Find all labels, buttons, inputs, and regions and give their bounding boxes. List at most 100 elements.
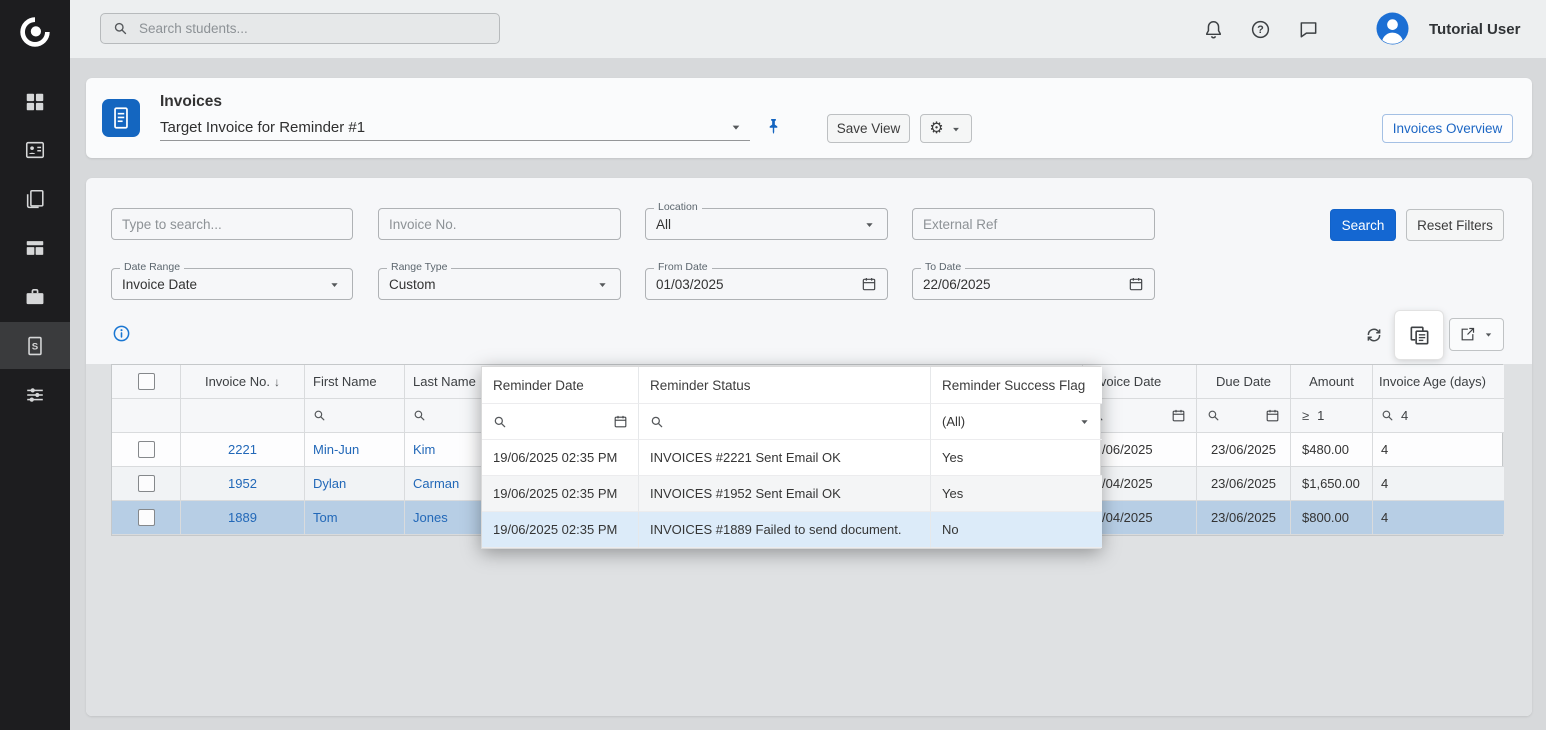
external-ref-input[interactable] [912, 208, 1155, 240]
pin-view-button[interactable] [764, 117, 783, 136]
filter-search-icon[interactable] [493, 415, 507, 429]
invoice-link[interactable]: 1952 [228, 476, 257, 491]
invoices-overview-button[interactable]: Invoices Overview [1382, 114, 1513, 143]
column-header-amount[interactable]: Amount [1291, 365, 1373, 399]
column-header-due-date[interactable]: Due Date [1197, 365, 1291, 399]
first-name-header-label: First Name [313, 374, 377, 389]
refresh-grid-button[interactable] [1357, 318, 1391, 352]
reset-filters-button[interactable]: Reset Filters [1406, 209, 1504, 241]
column-header-reminder-status[interactable]: Reminder Status [639, 367, 931, 404]
row-checkbox[interactable] [138, 509, 155, 526]
pin-icon [764, 117, 783, 136]
avatar[interactable] [1376, 12, 1409, 50]
sidebar-item-settings[interactable] [0, 371, 70, 418]
column-header-invoice-no[interactable]: Invoice No.↓ [181, 365, 305, 399]
select-all-checkbox[interactable] [138, 373, 155, 390]
select-all-cell [112, 365, 181, 399]
search-button[interactable]: Search [1330, 209, 1396, 241]
age-filter-value: 4 [1401, 408, 1408, 423]
first-name-link[interactable]: Min-Jun [313, 442, 359, 457]
due-date-header-label: Due Date [1216, 374, 1271, 389]
sort-desc-icon: ↓ [274, 375, 280, 389]
sidebar-item-business[interactable] [0, 273, 70, 320]
gear-icon: ⚙ [929, 121, 943, 137]
chevron-down-icon [862, 217, 877, 232]
reminder-row[interactable]: 19/06/2025 02:35 PM INVOICES #2221 Sent … [482, 440, 1100, 476]
filter-search-icon[interactable] [650, 415, 664, 429]
calendar-icon[interactable] [1171, 408, 1186, 423]
amount-header-label: Amount [1309, 374, 1354, 389]
age-header-label: Invoice Age (days) [1379, 374, 1486, 389]
calendar-icon[interactable] [1128, 276, 1144, 292]
sidebar-item-contacts[interactable] [0, 126, 70, 173]
sidebar [0, 0, 70, 730]
amount-filter-cell[interactable]: ≥1 [1291, 399, 1373, 433]
reset-filters-label: Reset Filters [1417, 218, 1493, 233]
global-search-input[interactable] [137, 20, 481, 37]
location-select[interactable]: Location All [645, 208, 888, 240]
view-settings-button[interactable]: ⚙ [920, 114, 972, 143]
quick-search-input[interactable] [111, 208, 353, 240]
calendar-icon[interactable] [861, 276, 877, 292]
first-name-link[interactable]: Tom [313, 510, 338, 525]
amount-cell: $480.00 [1291, 433, 1373, 467]
column-header-first-name[interactable]: First Name [305, 365, 405, 399]
reminder-row-highlighted[interactable]: 19/06/2025 02:35 PM INVOICES #1889 Faile… [482, 512, 1100, 548]
age-filter-cell[interactable]: 4 [1373, 399, 1504, 433]
messages-button[interactable] [1297, 18, 1319, 40]
invoice-link[interactable]: 2221 [228, 442, 257, 457]
from-date-input[interactable]: From Date 01/03/2025 [645, 268, 888, 300]
last-name-link[interactable]: Jones [413, 510, 448, 525]
reminder-flag-filter-select[interactable]: (All) [931, 404, 1102, 440]
chevron-down-icon [1482, 328, 1495, 341]
calendar-icon[interactable] [1265, 408, 1280, 423]
date-range-select[interactable]: Date Range Invoice Date [111, 268, 353, 300]
from-date-value: 01/03/2025 [656, 277, 724, 292]
last-name-link[interactable]: Carman [413, 476, 459, 491]
first-name-link[interactable]: Dylan [313, 476, 346, 491]
sidebar-item-invoices[interactable] [0, 322, 70, 369]
filter-search-icon[interactable] [1207, 409, 1220, 422]
range-type-select[interactable]: Range Type Custom [378, 268, 621, 300]
column-header-reminder-date[interactable]: Reminder Date [482, 367, 639, 404]
calendar-icon[interactable] [613, 414, 628, 429]
export-button[interactable] [1449, 318, 1504, 351]
grid-info-button[interactable] [112, 324, 131, 343]
invoice-no-filter-input[interactable] [378, 208, 621, 240]
last-name-link[interactable]: Kim [413, 442, 435, 457]
notifications-button[interactable] [1202, 18, 1224, 40]
row-checkbox-cell [112, 467, 181, 501]
reminder-status-cell: INVOICES #2221 Sent Email OK [639, 440, 931, 476]
filter-search-icon[interactable] [313, 409, 326, 422]
column-header-age[interactable]: Invoice Age (days) [1373, 365, 1504, 399]
question-circle-icon [1250, 19, 1271, 40]
app-logo[interactable] [0, 8, 70, 55]
reminder-date-cell: 19/06/2025 02:35 PM [482, 440, 639, 476]
save-view-button[interactable]: Save View [827, 114, 910, 143]
sidebar-item-documents[interactable] [0, 175, 70, 222]
user-name[interactable]: Tutorial User [1429, 0, 1520, 58]
due-date-cell: 23/06/2025 [1197, 433, 1291, 467]
sidebar-item-boards[interactable] [0, 224, 70, 271]
first-name-cell: Min-Jun [305, 433, 405, 467]
row-checkbox[interactable] [138, 475, 155, 492]
filter-search-icon[interactable] [413, 409, 426, 422]
date-range-label: Date Range [120, 262, 184, 273]
search-button-label: Search [1342, 218, 1385, 233]
copy-grid-button[interactable] [1395, 311, 1443, 359]
invoice-no-cell: 2221 [181, 433, 305, 467]
app-root: Tutorial User Invoices Target Invoice fo… [0, 0, 1546, 730]
sidebar-item-dashboard[interactable] [0, 78, 70, 125]
page-header-card: Invoices Target Invoice for Reminder #1 … [86, 78, 1532, 158]
help-button[interactable] [1249, 18, 1271, 40]
info-icon [112, 324, 131, 343]
reminder-status-filter-cell [639, 404, 931, 440]
to-date-value: 22/06/2025 [923, 277, 991, 292]
column-header-reminder-success-flag[interactable]: Reminder Success Flag [931, 367, 1102, 404]
to-date-input[interactable]: To Date 22/06/2025 [912, 268, 1155, 300]
reminder-row[interactable]: 19/06/2025 02:35 PM INVOICES #1952 Sent … [482, 476, 1100, 512]
invoice-no-cell: 1889 [181, 501, 305, 535]
view-selector[interactable]: Target Invoice for Reminder #1 [160, 114, 750, 141]
invoice-link[interactable]: 1889 [228, 510, 257, 525]
row-checkbox[interactable] [138, 441, 155, 458]
